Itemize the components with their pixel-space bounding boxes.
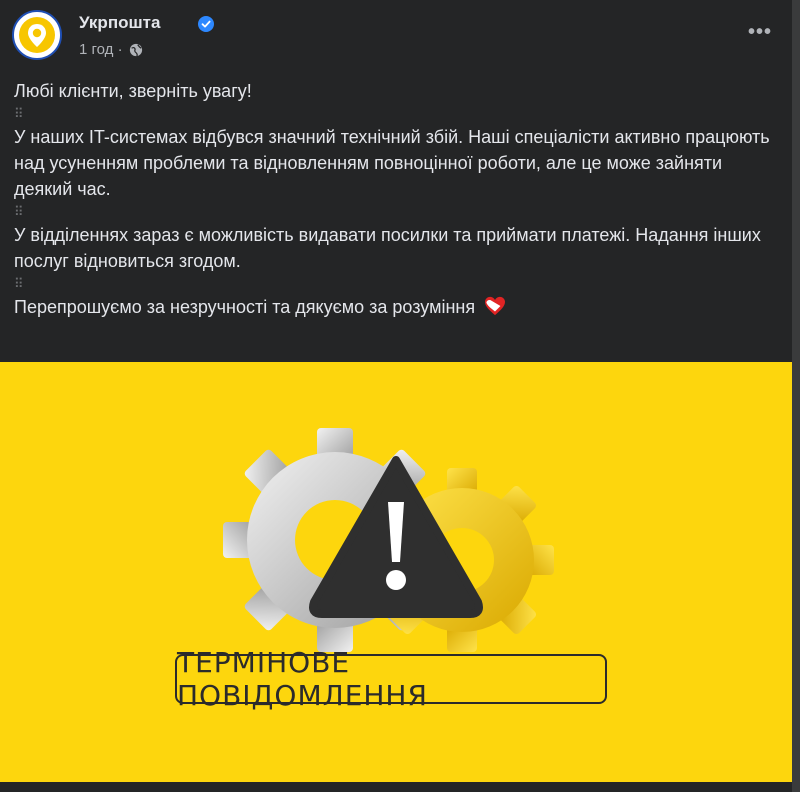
- paragraph-separator: ⠿: [14, 106, 24, 121]
- post-timestamp[interactable]: 1 год ·: [79, 41, 123, 58]
- post-card: Укрпошта 1 год · ••• Любі клієнти, зверн…: [0, 0, 792, 792]
- author-name[interactable]: Укрпошта: [79, 13, 160, 33]
- post-paragraph: У наших IT-системах відбувся значний тех…: [14, 127, 770, 199]
- post-paragraph: Перепрошуємо за незручності та дякуємо з…: [14, 297, 476, 317]
- white-red-heart-emoji-icon: [485, 296, 506, 316]
- post-text: Любі клієнти, зверніть увагу! ⠿ У наших …: [14, 78, 774, 320]
- paragraph-separator: ⠿: [14, 204, 24, 219]
- ukrposhta-logo-icon: [19, 17, 55, 53]
- warning-gears-illustration: [223, 428, 554, 652]
- more-options-button[interactable]: •••: [748, 22, 772, 42]
- globe-icon: [129, 43, 142, 56]
- paragraph-separator: ⠿: [14, 276, 24, 291]
- post-meta: 1 год ·: [79, 41, 143, 58]
- post-header: Укрпошта 1 год · •••: [12, 10, 782, 60]
- post-paragraph: Любі клієнти, зверніть увагу!: [14, 81, 252, 101]
- post-paragraph-final: Перепрошуємо за незручності та дякуємо з…: [14, 294, 774, 320]
- page-scrollbar[interactable]: [792, 0, 800, 792]
- verified-badge-icon: [198, 16, 214, 32]
- page-avatar[interactable]: [12, 10, 62, 60]
- post-image-banner[interactable]: ТЕРМІНОВЕ ПОВІДОМЛЕННЯ: [0, 362, 792, 782]
- urgent-notice-text: ТЕРМІНОВЕ ПОВІДОМЛЕННЯ: [177, 646, 428, 712]
- post-paragraph: У відділеннях зараз є можливість видават…: [14, 225, 761, 271]
- urgent-notice-label: ТЕРМІНОВЕ ПОВІДОМЛЕННЯ: [175, 646, 607, 712]
